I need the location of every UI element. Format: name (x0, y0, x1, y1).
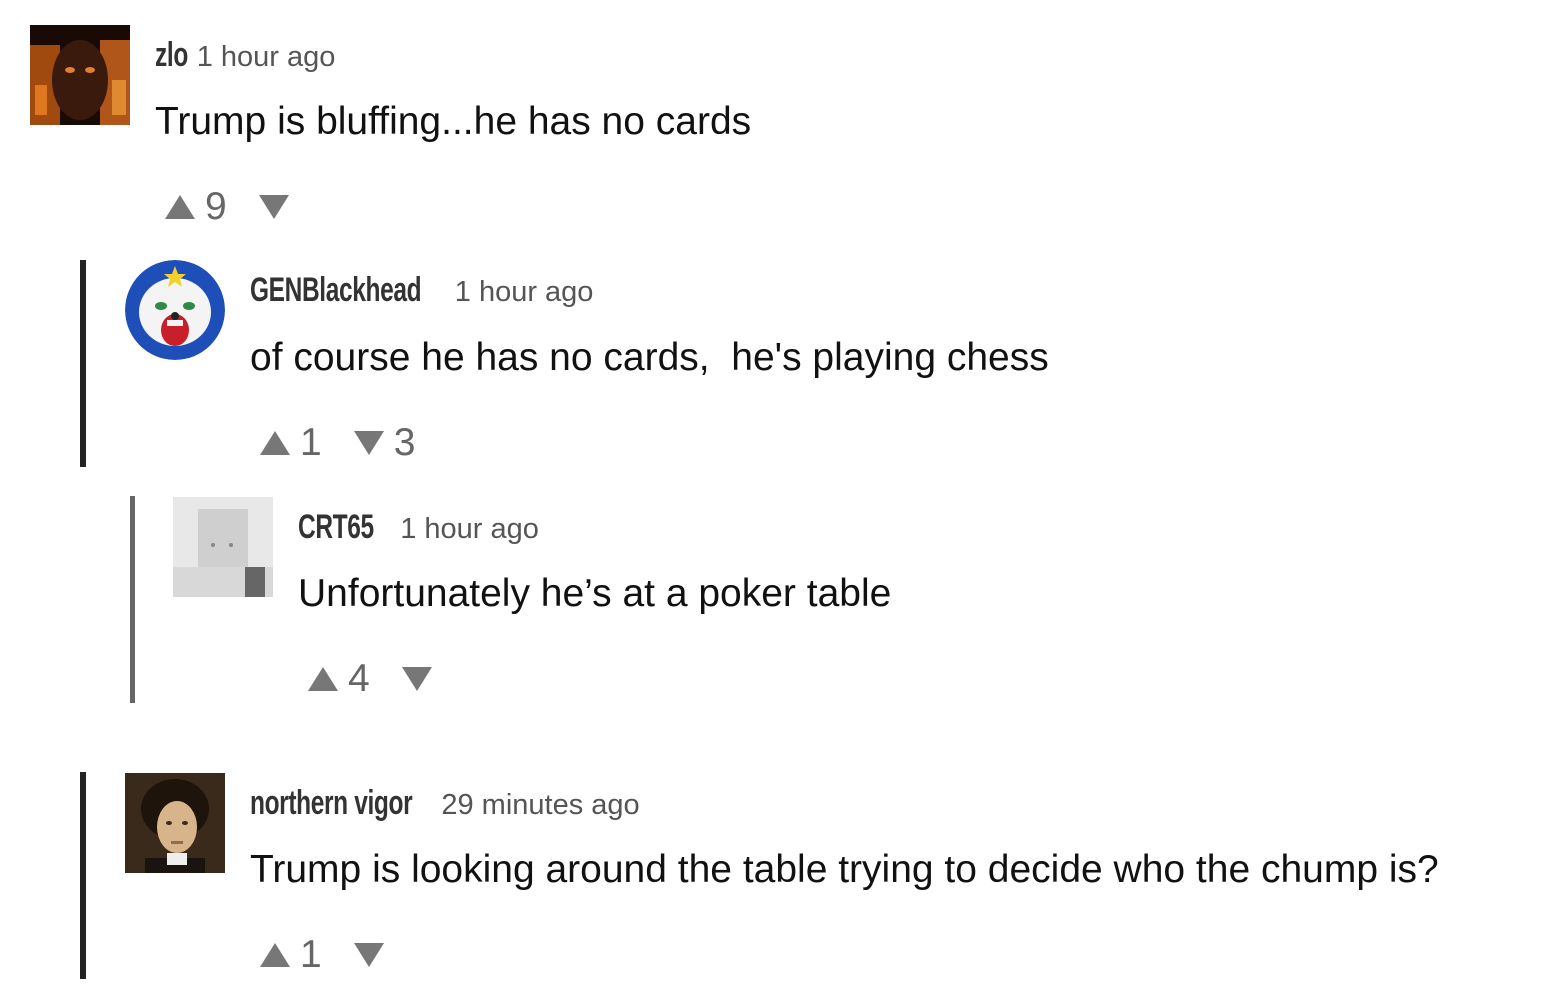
comment-meta: zlo 1 hour ago (155, 36, 335, 75)
avatar[interactable] (125, 773, 225, 873)
avatar[interactable] (125, 260, 225, 360)
downvote-button[interactable] (258, 195, 289, 219)
timestamp[interactable]: 29 minutes ago (441, 789, 639, 822)
triangle-up-icon (260, 431, 290, 455)
comment-meta: CRT65 1 hour ago (298, 508, 539, 547)
upvote-count: 4 (348, 657, 370, 700)
vote-bar: 4 (308, 657, 442, 701)
username[interactable]: CRT65 (298, 508, 374, 547)
triangle-up-icon (165, 195, 195, 219)
comment-text: Trump is bluffing...he has no cards (155, 100, 752, 143)
triangle-down-icon (353, 943, 384, 967)
comment-meta: GENBlackhead 1 hour ago (250, 271, 593, 310)
comment-text: of course he has no cards, he's playing … (250, 336, 1049, 379)
triangle-up-icon (308, 667, 338, 691)
avatar[interactable] (173, 497, 273, 597)
triangle-up-icon (260, 943, 290, 967)
username[interactable]: northern vigor (250, 784, 413, 823)
triangle-down-icon (353, 431, 384, 455)
downvote-button[interactable] (353, 431, 384, 455)
comment-meta: northern vigor 29 minutes ago (250, 784, 640, 823)
timestamp[interactable]: 1 hour ago (400, 513, 539, 546)
triangle-down-icon (401, 667, 432, 691)
upvote-count: 1 (300, 421, 322, 464)
downvote-button[interactable] (353, 943, 384, 967)
vote-bar: 9 (165, 185, 299, 229)
vote-bar: 1 (260, 933, 394, 977)
downvote-count: 3 (393, 421, 416, 464)
comment-text: Trump is looking around the table trying… (250, 848, 1439, 891)
upvote-button[interactable] (260, 431, 290, 455)
thread-indent-bar (80, 772, 86, 979)
thread-indent-bar (130, 496, 135, 703)
thread-indent-bar (80, 260, 86, 467)
upvote-button[interactable] (308, 667, 338, 691)
upvote-button[interactable] (165, 195, 195, 219)
comment-text: Unfortunately he’s at a poker table (298, 572, 892, 615)
timestamp[interactable]: 1 hour ago (197, 41, 336, 74)
upvote-count: 9 (205, 185, 227, 228)
avatar[interactable] (30, 25, 130, 125)
username[interactable]: GENBlackhead (250, 271, 422, 310)
downvote-button[interactable] (401, 667, 432, 691)
upvote-count: 1 (300, 933, 322, 976)
triangle-down-icon (258, 195, 289, 219)
vote-bar: 1 3 (260, 421, 415, 465)
upvote-button[interactable] (260, 943, 290, 967)
timestamp[interactable]: 1 hour ago (455, 276, 594, 309)
username[interactable]: zlo (155, 36, 188, 75)
